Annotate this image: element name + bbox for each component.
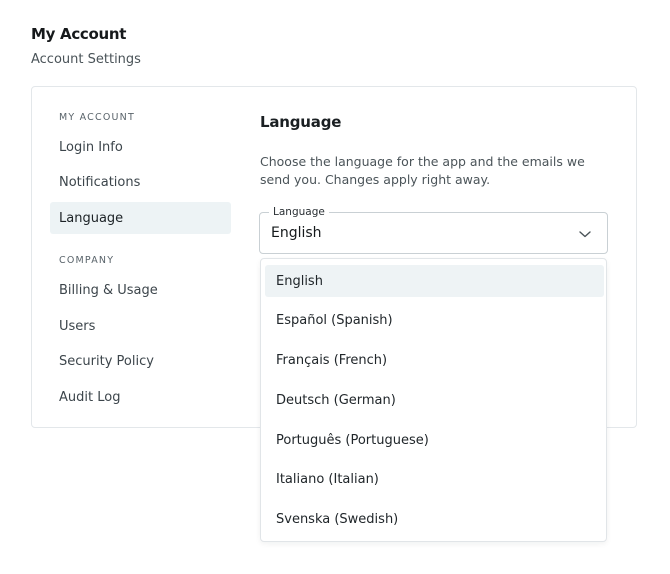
language-option-italian[interactable]: Italiano (Italian) <box>265 463 604 495</box>
language-option-french[interactable]: Français (French) <box>265 344 604 376</box>
sidebar-item-notifications[interactable]: Notifications <box>50 166 231 198</box>
language-option-english[interactable]: English <box>265 265 604 297</box>
sidebar-item-users[interactable]: Users <box>50 310 231 342</box>
section-heading: Language <box>260 113 342 131</box>
language-option-swedish[interactable]: Svenska (Swedish) <box>265 503 604 535</box>
sidebar-section-company: COMPANY <box>59 255 115 266</box>
section-description: Choose the language for the app and the … <box>260 154 585 187</box>
language-select-value: English <box>271 225 322 241</box>
sidebar-section-my-account: MY ACCOUNT <box>59 112 135 123</box>
sidebar-item-audit-log[interactable]: Audit Log <box>50 381 231 413</box>
language-select-label: Language <box>269 206 329 219</box>
language-dropdown-menu: English Español (Spanish) Français (Fren… <box>260 258 607 542</box>
language-option-spanish[interactable]: Español (Spanish) <box>265 304 604 336</box>
sidebar-item-language[interactable]: Language <box>50 202 231 234</box>
page-subtitle: Account Settings <box>31 52 141 67</box>
chevron-down-icon <box>579 231 591 238</box>
page-title: My Account <box>31 25 127 43</box>
language-option-german[interactable]: Deutsch (German) <box>265 384 604 416</box>
sidebar-item-billing-usage[interactable]: Billing & Usage <box>50 274 231 306</box>
sidebar-item-security-policy[interactable]: Security Policy <box>50 345 231 377</box>
sidebar-item-login-info[interactable]: Login Info <box>50 131 231 163</box>
language-option-portuguese[interactable]: Português (Portuguese) <box>265 424 604 456</box>
